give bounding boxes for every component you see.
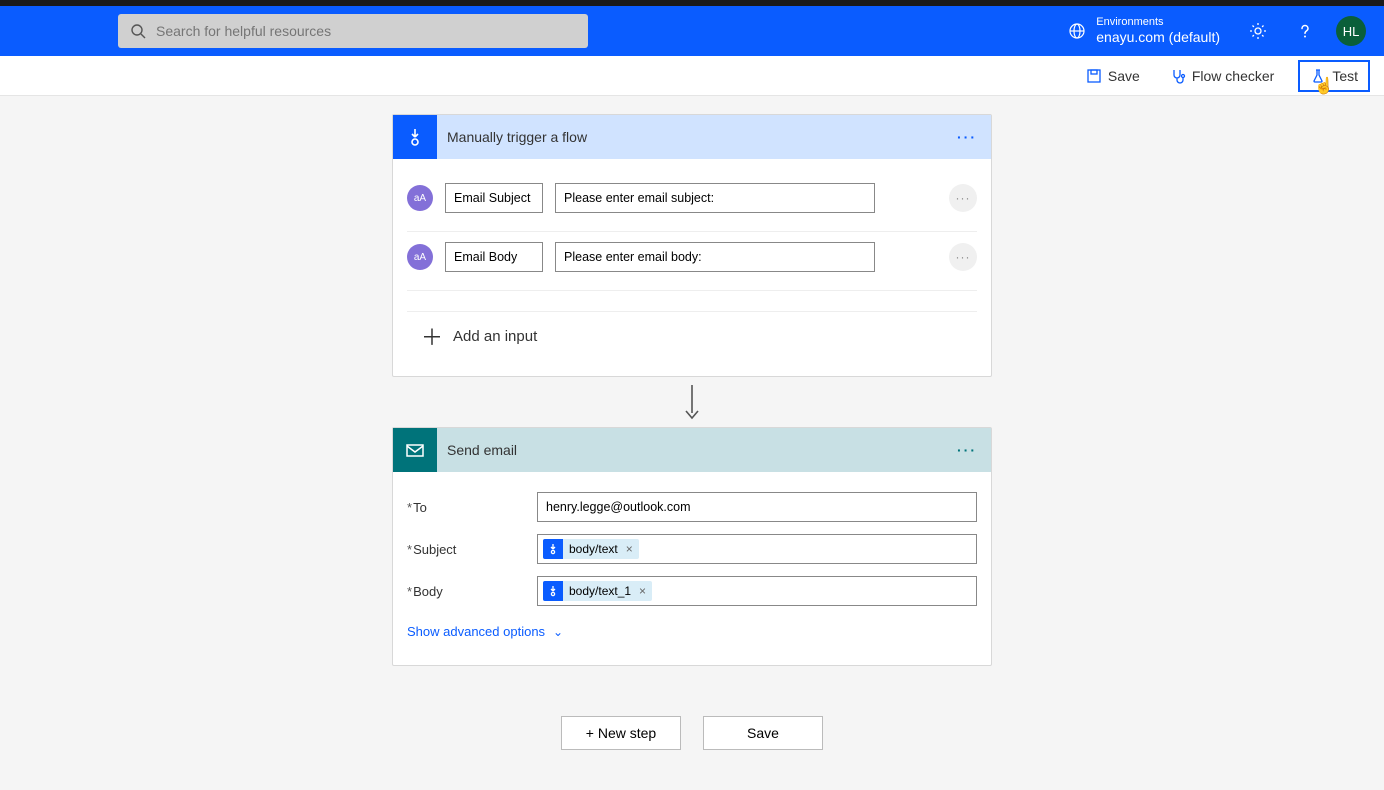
user-avatar[interactable]: HL [1336,16,1366,46]
chevron-down-icon: ⌄ [553,625,563,639]
test-label: Test [1332,68,1358,84]
environment-selector[interactable]: Environments enayu.com (default) [1096,16,1220,46]
to-field-row: *To henry.legge@outlook.com [407,486,977,528]
new-step-button[interactable]: + New step [561,716,681,750]
help-icon[interactable] [1296,22,1314,40]
email-title: Send email [447,442,957,458]
flow-checker-button[interactable]: Flow checker [1164,64,1280,88]
trigger-input-row: aA Email Body Please enter email body: ·… [407,232,977,291]
stethoscope-icon [1170,68,1186,84]
token-remove[interactable]: × [637,584,652,598]
search-input[interactable] [156,23,576,39]
trigger-card: Manually trigger a flow ··· aA Email Sub… [392,114,992,377]
email-card: Send email ··· *To henry.legge@outlook.c… [392,427,992,666]
flow-checker-label: Flow checker [1192,68,1274,84]
add-input-button[interactable]: ＋ Add an input [407,311,977,352]
body-input[interactable]: body/text_1 × [537,576,977,606]
trigger-header[interactable]: Manually trigger a flow ··· [393,115,991,159]
text-type-badge: aA [407,244,433,270]
to-label: *To [407,500,537,515]
save-icon [1086,68,1102,84]
trigger-menu-button[interactable]: ··· [957,129,977,145]
test-button[interactable]: Test ☝️ [1298,60,1370,92]
trigger-icon [393,115,437,159]
input-prompt-field[interactable]: Please enter email body: [555,242,875,272]
body-label: *Body [407,584,537,599]
input-name-field[interactable]: Email Body [445,242,543,272]
app-header: Environments enayu.com (default) HL [0,6,1384,56]
input-row-menu[interactable]: ··· [949,243,977,271]
plus-icon: ＋ [421,320,443,352]
token-icon [543,539,563,559]
save-button[interactable]: Save [1080,64,1146,88]
environment-name: enayu.com (default) [1096,29,1220,46]
token-remove[interactable]: × [624,542,639,556]
input-prompt-field[interactable]: Please enter email subject: [555,183,875,213]
save-flow-button[interactable]: Save [703,716,823,750]
email-menu-button[interactable]: ··· [957,442,977,458]
show-advanced-options[interactable]: Show advanced options ⌄ [407,624,563,639]
input-row-menu[interactable]: ··· [949,184,977,212]
subject-input[interactable]: body/text × [537,534,977,564]
to-input[interactable]: henry.legge@outlook.com [537,492,977,522]
dynamic-token: body/text × [543,539,639,559]
search-icon [130,23,146,39]
token-icon [543,581,563,601]
trigger-input-row: aA Email Subject Please enter email subj… [407,173,977,232]
search-box[interactable] [118,14,588,48]
settings-icon[interactable] [1248,21,1268,41]
add-input-label: Add an input [453,328,537,345]
email-header[interactable]: Send email ··· [393,428,991,472]
email-icon [393,428,437,472]
flow-canvas: Manually trigger a flow ··· aA Email Sub… [0,96,1384,790]
text-type-badge: aA [407,185,433,211]
dynamic-token: body/text_1 × [543,581,652,601]
input-name-field[interactable]: Email Subject [445,183,543,213]
bottom-actions: + New step Save [561,716,823,750]
save-label: Save [1108,68,1140,84]
subject-label: *Subject [407,542,537,557]
subject-field-row: *Subject body/text × [407,528,977,570]
trigger-title: Manually trigger a flow [447,129,957,145]
editor-toolbar: Save Flow checker Test ☝️ [0,56,1384,96]
connector-arrow [682,383,702,421]
body-field-row: *Body body/text_1 × [407,570,977,612]
environment-icon [1068,22,1086,40]
environment-label: Environments [1096,16,1220,29]
beaker-icon [1310,68,1326,84]
